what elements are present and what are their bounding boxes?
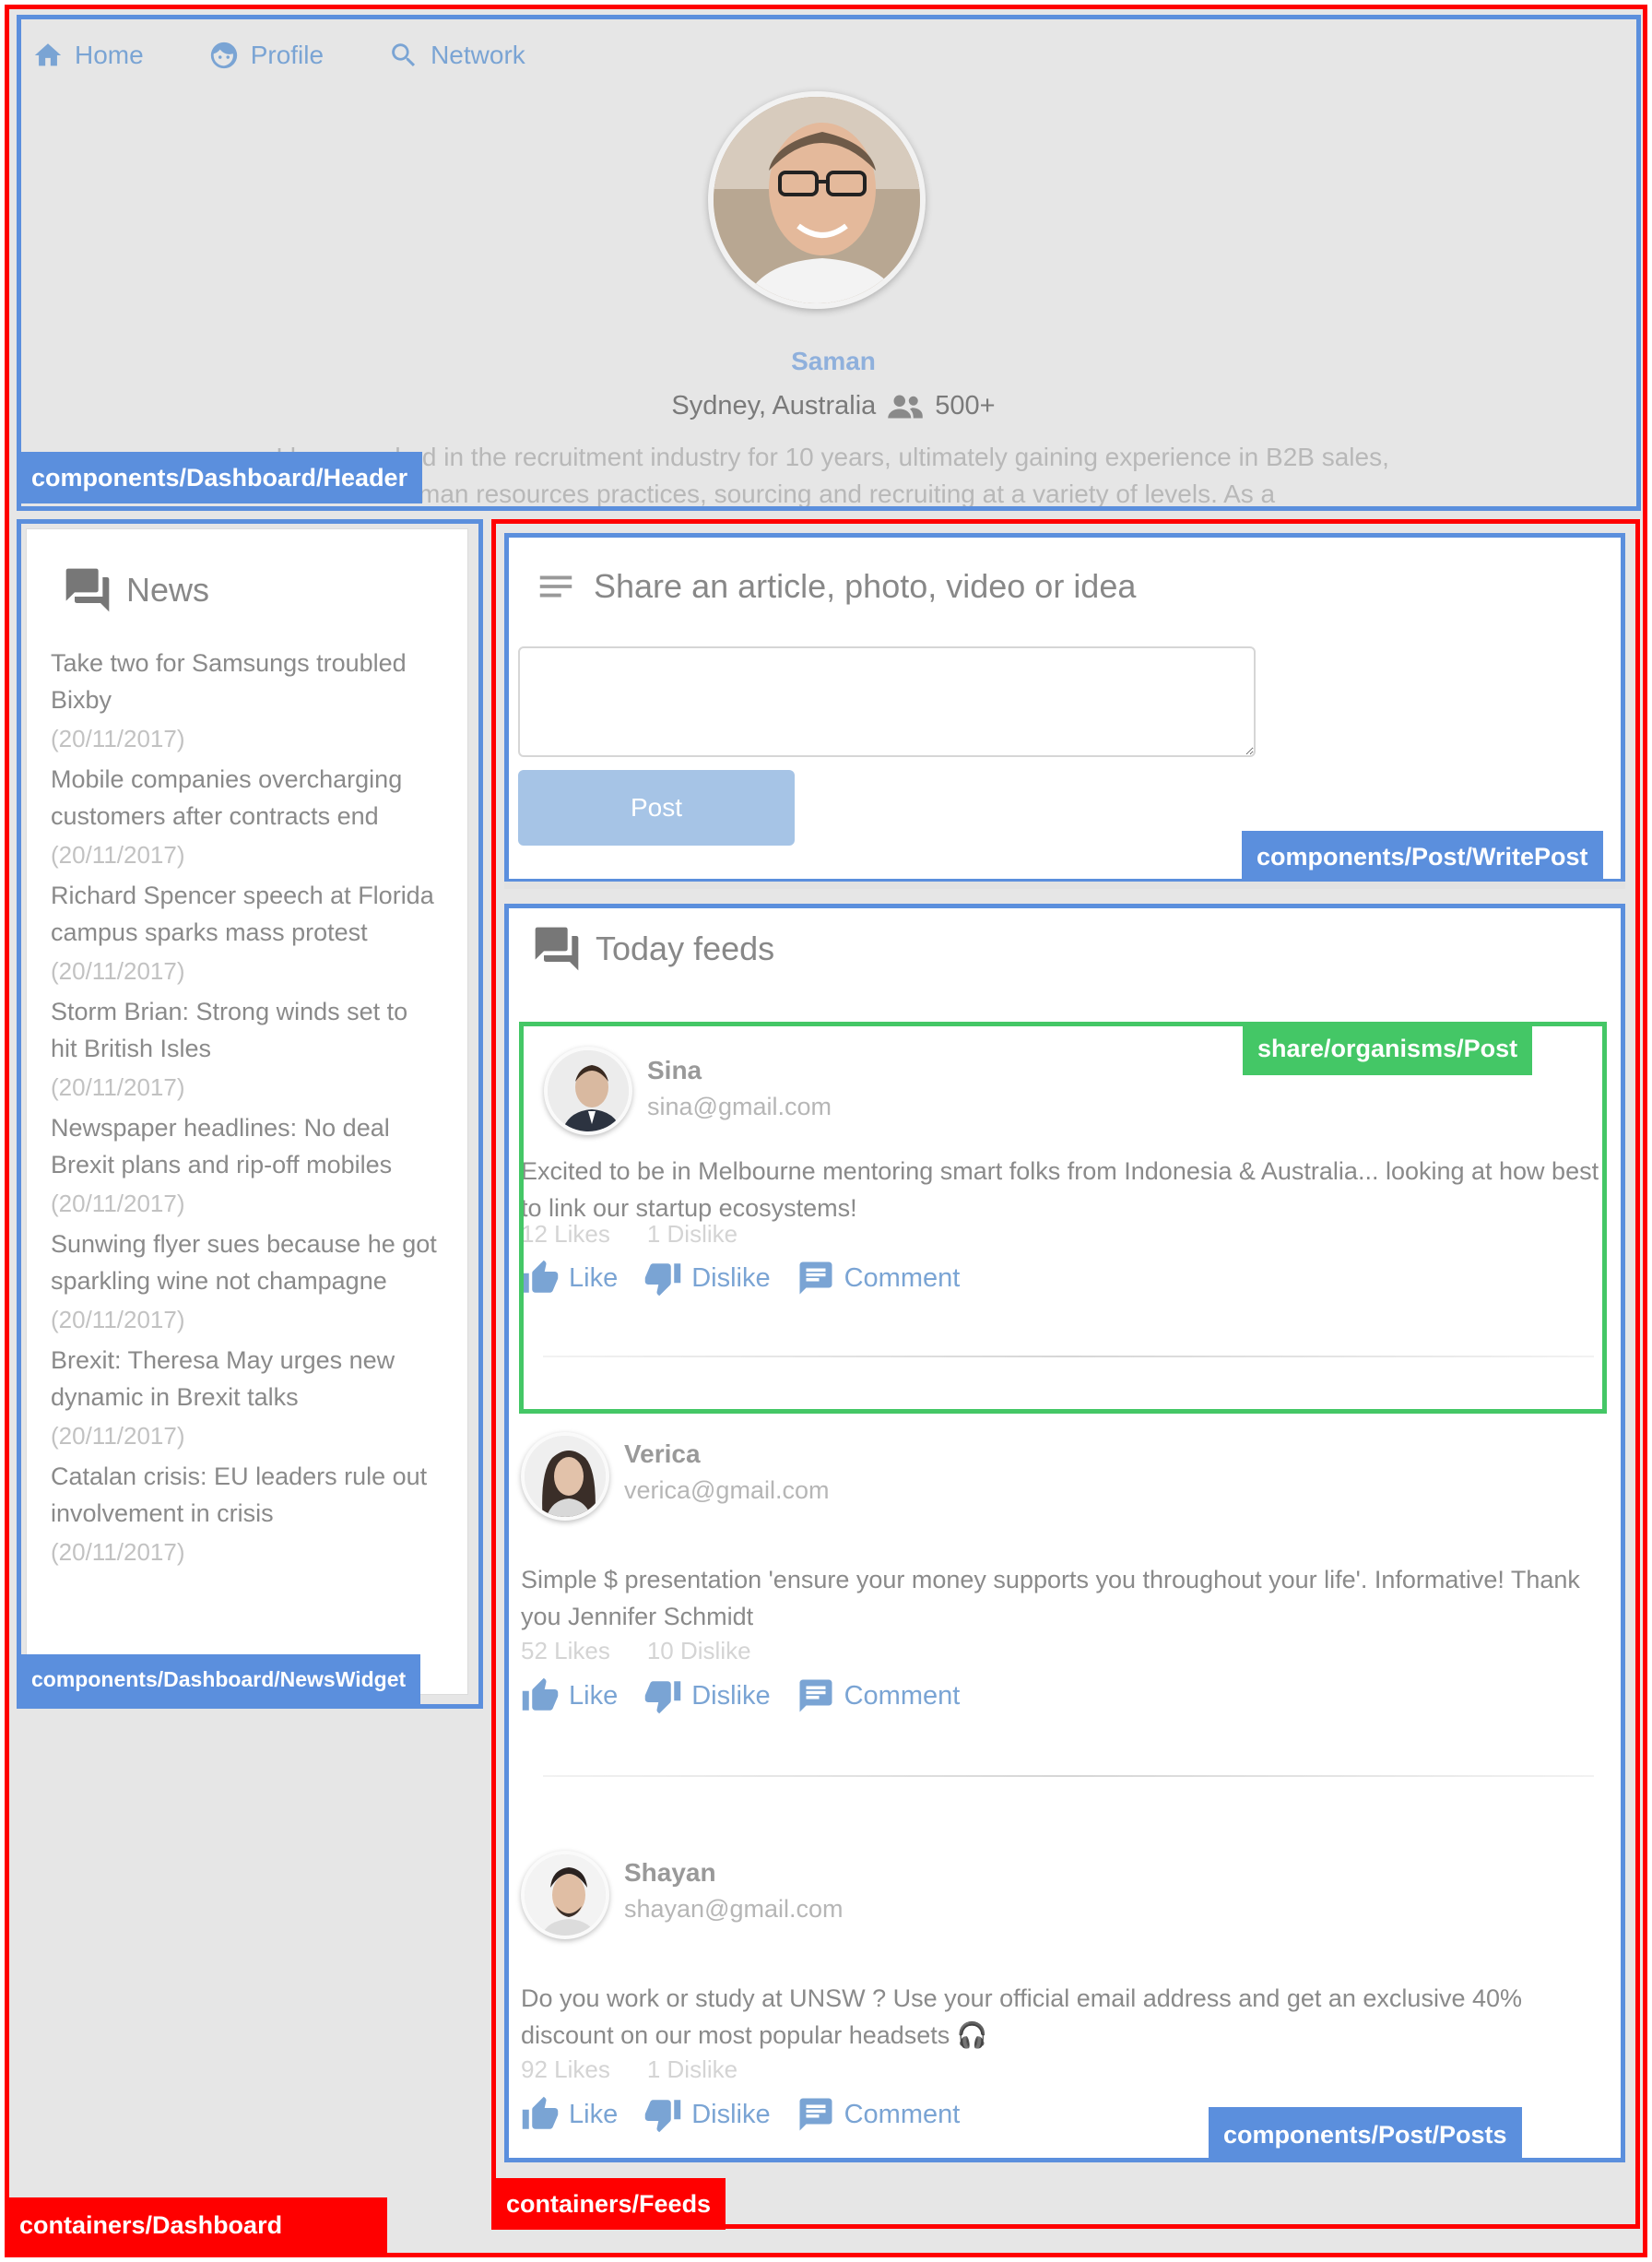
write-post-header: Share an article, photo, video or idea	[535, 565, 1136, 608]
post-organism-outline	[519, 1022, 1607, 1414]
post-separator	[543, 1775, 1594, 1777]
post-dislikes-count: 10 Dislike	[646, 1637, 751, 1664]
post-dislikes-count: 1 Dislike	[646, 2055, 738, 2083]
dislike-label: Dislike	[691, 2099, 771, 2129]
post-author[interactable]: Shayan	[624, 1858, 716, 1888]
dashboard-header: Home Profile Network Saman Sydney, Austr…	[17, 15, 1641, 511]
feeds-title: Today feeds	[596, 930, 775, 967]
annotation-news-widget: components/Dashboard/NewsWidget	[17, 1654, 421, 1704]
write-post-title: Share an article, photo, video or idea	[594, 567, 1137, 605]
news-headline[interactable]: Catalan crisis: EU leaders rule out invo…	[51, 1458, 438, 1532]
nav-network-label: Network	[431, 41, 525, 69]
dislike-button[interactable]: Dislike	[643, 2095, 771, 2134]
thumb-up-icon	[522, 1677, 559, 1711]
news-widget: News Take two for Samsungs troubled Bixb…	[26, 528, 468, 1695]
comment-icon	[799, 1679, 832, 1712]
dislike-label: Dislike	[691, 1680, 771, 1711]
annotation-post-organism: share/organisms/Post	[1243, 1022, 1533, 1075]
comment-label: Comment	[844, 1680, 961, 1711]
thumb-down-icon	[644, 1681, 681, 1714]
post-textarea[interactable]	[518, 646, 1256, 757]
like-button[interactable]: Like	[521, 1676, 618, 1715]
post-author[interactable]: Verica	[624, 1439, 701, 1469]
profile-connections: 500+	[935, 391, 996, 420]
nav-home-label: Home	[75, 41, 144, 69]
news-date: (20/11/2017)	[51, 1422, 185, 1450]
news-list: Take two for Samsungs troubled Bixby (20/…	[51, 645, 438, 1574]
nav-home[interactable]: Home	[32, 40, 144, 71]
profile-location: Sydney, Australia	[671, 391, 877, 420]
profile-avatar	[708, 91, 926, 309]
top-nav: Home Profile Network	[32, 40, 525, 71]
news-headline[interactable]: Newspaper headlines: No deal Brexit plan…	[51, 1109, 438, 1183]
notes-icon	[539, 575, 572, 598]
news-headline[interactable]: Storm Brian: Strong winds set to hit Bri…	[51, 993, 438, 1067]
post-actions: Like Dislike Comment	[521, 1676, 960, 1715]
news-date: (20/11/2017)	[51, 725, 185, 752]
post-likes-count: 92 Likes	[521, 2055, 610, 2083]
annotation-posts: components/Post/Posts	[1209, 2107, 1522, 2162]
news-date: (20/11/2017)	[51, 1190, 185, 1217]
post-avatar[interactable]	[521, 1432, 609, 1521]
post-likes-count: 52 Likes	[521, 1637, 610, 1664]
comment-label: Comment	[844, 2099, 961, 2129]
post-text: Do you work or study at UNSW ? Use your …	[521, 1984, 1522, 2049]
thumb-down-icon	[644, 2100, 681, 2133]
news-headline[interactable]: Richard Spencer speech at Florida campus…	[51, 877, 438, 951]
profile-name[interactable]: Saman	[21, 347, 1636, 376]
home-icon	[34, 43, 62, 66]
feeds-header: Today feeds	[531, 923, 774, 975]
annotation-write-post: components/Post/WritePost	[1242, 831, 1603, 882]
annotation-header: components/Dashboard/Header	[17, 452, 423, 503]
like-button[interactable]: Like	[521, 2095, 618, 2134]
post-avatar[interactable]	[521, 1851, 609, 1939]
news-headline[interactable]: Mobile companies overcharging customers …	[51, 761, 438, 835]
news-date: (20/11/2017)	[51, 1538, 185, 1566]
forum-icon	[535, 927, 579, 971]
search-icon	[392, 43, 416, 67]
nav-profile-label: Profile	[250, 41, 324, 69]
post-card: Verica verica@gmail.com Simple $ present…	[521, 1432, 1609, 1829]
post-email: verica@gmail.com	[624, 1476, 830, 1504]
forum-icon	[65, 568, 110, 612]
thumb-up-icon	[522, 2096, 559, 2129]
write-post-divider	[504, 882, 1625, 889]
news-date: (20/11/2017)	[51, 957, 185, 985]
post-actions: Like Dislike Comment	[521, 2095, 960, 2134]
news-date: (20/11/2017)	[51, 1073, 185, 1101]
news-date: (20/11/2017)	[51, 841, 185, 869]
nav-network[interactable]: Network	[388, 40, 525, 71]
like-label: Like	[569, 2099, 619, 2129]
news-date: (20/11/2017)	[51, 1306, 185, 1333]
post-button[interactable]: Post	[518, 770, 795, 846]
news-header: News	[62, 564, 209, 616]
post-stats: 92 Likes 1 Dislike	[521, 2055, 738, 2084]
nav-profile[interactable]: Profile	[208, 40, 324, 71]
profile-location-row: Sydney, Australia 500+	[21, 391, 1636, 421]
annotation-feeds: containers/Feeds	[491, 2178, 726, 2230]
like-label: Like	[569, 1680, 619, 1711]
face-icon	[210, 41, 237, 69]
comment-icon	[799, 2098, 832, 2131]
post-email: shayan@gmail.com	[624, 1895, 844, 1923]
post-stats: 52 Likes 10 Dislike	[521, 1637, 751, 1665]
comment-button[interactable]: Comment	[796, 1676, 961, 1715]
comment-button[interactable]: Comment	[796, 2095, 961, 2134]
people-icon	[888, 395, 924, 418]
post-text: Simple $ presentation 'ensure your money…	[521, 1566, 1580, 1630]
news-headline[interactable]: Take two for Samsungs troubled Bixby	[51, 645, 438, 718]
news-headline[interactable]: Sunwing flyer sues because he got sparkl…	[51, 1226, 438, 1299]
annotation-dashboard: containers/Dashboard	[5, 2197, 387, 2253]
dislike-button[interactable]: Dislike	[643, 1676, 771, 1715]
news-title: News	[126, 571, 210, 609]
news-headline[interactable]: Brexit: Theresa May urges new dynamic in…	[51, 1342, 438, 1415]
